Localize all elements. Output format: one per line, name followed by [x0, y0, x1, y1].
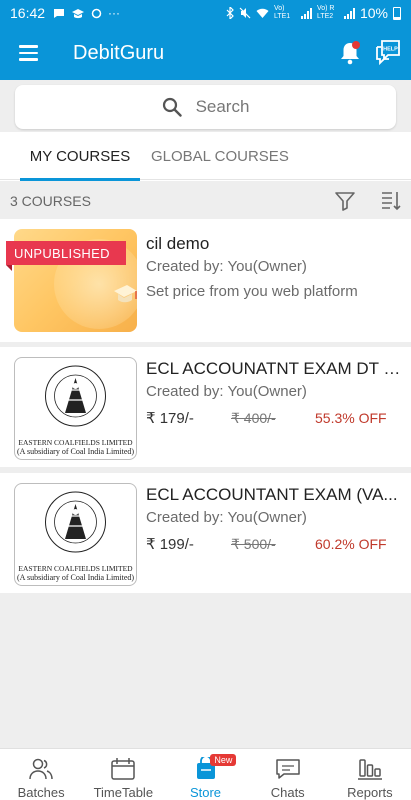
signal-2-icon [343, 7, 355, 19]
course-price: ₹ 199/- [146, 536, 194, 553]
new-badge: New [210, 754, 237, 766]
course-card-3[interactable]: EASTERN COALFIELDS LIMITED (A subsidiary… [0, 473, 411, 593]
hamburger-menu-icon[interactable] [0, 26, 56, 80]
course-thumbnail: EASTERN COALFIELDS LIMITED (A subsidiary… [14, 483, 137, 586]
notification-bell-icon[interactable] [338, 40, 362, 66]
course-creator: Created by: You(Owner) [146, 383, 307, 400]
help-label: HELP [383, 47, 398, 53]
search-icon [162, 97, 182, 117]
nav-label: Store [189, 785, 222, 800]
course-card-2[interactable]: EASTERN COALFIELDS LIMITED (A subsidiary… [0, 347, 411, 467]
search-container: Search [0, 80, 411, 132]
graduation-cap-illustration [114, 285, 137, 303]
people-icon [29, 758, 53, 780]
battery-icon [393, 6, 401, 20]
nav-chats[interactable]: Chats [247, 749, 329, 800]
list-empty-area [0, 593, 411, 748]
search-placeholder: Search [195, 97, 250, 116]
logo-company-name: EASTERN COALFIELDS LIMITED [18, 564, 133, 573]
filter-icon[interactable] [334, 190, 356, 212]
reports-icon [357, 759, 382, 780]
logo-subsidiary: (A subsidiary of Coal India Limited) [16, 447, 135, 456]
course-original-price: ₹ 500/- [231, 536, 276, 552]
search-input[interactable]: Search [15, 85, 396, 129]
message-icon [54, 8, 65, 18]
logo-subsidiary: (A subsidiary of Coal India Limited) [16, 573, 135, 582]
logo-company-name: EASTERN COALFIELDS LIMITED [18, 438, 133, 447]
signal-1-icon [300, 7, 312, 19]
sync-icon [91, 8, 102, 18]
course-creator: Created by: You(Owner) [146, 509, 307, 526]
status-bar: 16:42 ··· Vo) LTE1 Vo) R LTE2 10% [0, 0, 411, 26]
course-tabs: MY COURSES GLOBAL COURSES [0, 132, 411, 181]
bottom-navigation: Batches TimeTable New Store Chats Report… [0, 748, 411, 800]
nav-label: Chats [270, 785, 305, 800]
nav-batches[interactable]: Batches [0, 749, 82, 800]
bluetooth-icon [226, 7, 234, 19]
lte2-label: Vo) R LTE2 [316, 5, 335, 20]
unpublished-badge: UNPUBLISHED [6, 241, 126, 271]
courses-count: 3 COURSES [10, 193, 91, 209]
nav-label: TimeTable [93, 785, 154, 800]
app-title: DebitGuru [73, 41, 165, 64]
course-note: Set price from you web platform [146, 283, 358, 300]
course-card-1[interactable]: UNPUBLISHED cil demo Created by: You(Own… [0, 219, 411, 342]
calendar-icon [111, 758, 136, 780]
status-system-icons: Vo) LTE1 Vo) R LTE2 10% [226, 5, 401, 21]
courses-count-bar: 3 COURSES [0, 181, 411, 219]
status-notification-icons: ··· [53, 6, 120, 20]
help-chat-icon[interactable]: HELP [374, 38, 402, 66]
nav-store[interactable]: New Store [164, 749, 246, 800]
wifi-icon [256, 8, 269, 18]
course-discount: 60.2% OFF [315, 536, 387, 552]
nav-label: Reports [347, 785, 393, 800]
lte1-label: Vo) LTE1 [273, 5, 291, 20]
app-bar: DebitGuru HELP [0, 26, 411, 80]
tab-global-courses[interactable]: GLOBAL COURSES [151, 132, 289, 180]
course-creator: Created by: You(Owner) [146, 258, 307, 275]
battery-percent: 10% [359, 5, 388, 21]
nav-label: Batches [17, 785, 65, 800]
nav-reports[interactable]: Reports [329, 749, 411, 800]
tab-my-courses[interactable]: MY COURSES [20, 132, 140, 181]
nav-timetable[interactable]: TimeTable [82, 749, 164, 800]
status-overflow-dots: ··· [108, 6, 121, 20]
course-discount: 55.3% OFF [315, 410, 387, 426]
mute-icon [239, 7, 251, 19]
sort-icon[interactable] [380, 189, 402, 213]
chat-icon [275, 759, 300, 779]
course-thumbnail: EASTERN COALFIELDS LIMITED (A subsidiary… [14, 357, 137, 460]
course-original-price: ₹ 400/- [231, 410, 276, 426]
course-price: ₹ 179/- [146, 410, 194, 427]
course-title: ECL ACCOUNATNT EXAM DT r... [146, 359, 401, 378]
course-title: ECL ACCOUNTANT EXAM (VA... [146, 485, 398, 504]
course-title: cil demo [146, 234, 210, 253]
graduation-cap-icon [72, 8, 85, 18]
status-time: 16:42 [10, 5, 46, 21]
